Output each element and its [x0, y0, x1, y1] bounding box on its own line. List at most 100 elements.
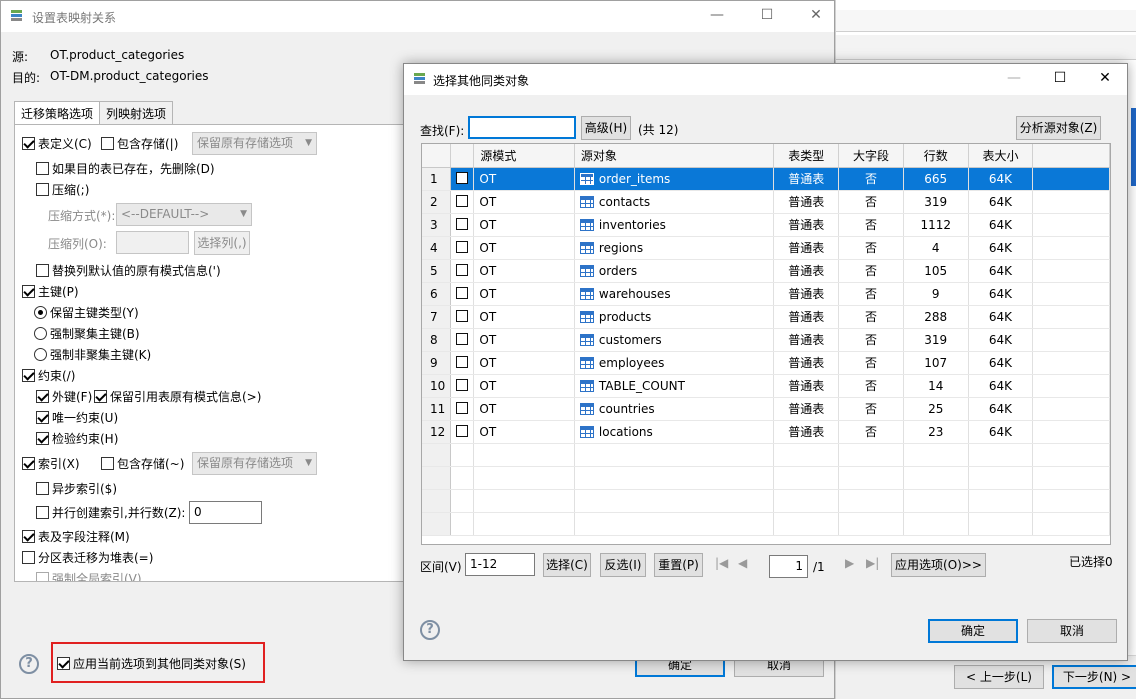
row-checkbox[interactable]	[456, 240, 469, 253]
row-checkbox-cell[interactable]	[450, 282, 475, 306]
force-clustered-radio[interactable]: 强制聚集主键(B)	[34, 327, 140, 342]
minimize-icon[interactable]: —	[707, 5, 727, 25]
unique-checkbox[interactable]: 唯一约束(U)	[36, 411, 118, 426]
row-checkbox[interactable]	[456, 424, 469, 437]
dialog2-ok-button[interactable]: 确定	[928, 619, 1018, 643]
row-checkbox[interactable]	[456, 286, 469, 299]
include-storage2-checkbox[interactable]: 包含存储(~)	[101, 457, 184, 472]
find-input[interactable]	[468, 116, 576, 139]
table-row[interactable]: 7 OT products 普通表 否 288 64K	[422, 305, 1110, 329]
table-row[interactable]: 12 OT locations 普通表 否 23 64K	[422, 420, 1110, 444]
chevron-down-icon: ▼	[240, 209, 247, 219]
close-icon[interactable]: ✕	[806, 5, 826, 25]
row-checkbox-cell[interactable]	[450, 167, 475, 191]
next-step-button[interactable]: 下一步(N) >	[1052, 665, 1136, 689]
header-schema[interactable]: 源模式	[473, 144, 575, 168]
table-row[interactable]: 6 OT warehouses 普通表 否 9 64K	[422, 282, 1110, 306]
force-nonclustered-radio[interactable]: 强制非聚集主键(K)	[34, 348, 151, 363]
row-checkbox-cell[interactable]	[450, 466, 475, 490]
invert-selection-button[interactable]: 反选(I)	[600, 553, 646, 577]
minimize-icon[interactable]: —	[1004, 68, 1024, 88]
table-row[interactable]: 2 OT contacts 普通表 否 319 64K	[422, 190, 1110, 214]
table-row[interactable]: 11 OT countries 普通表 否 25 64K	[422, 397, 1110, 421]
row-checkbox-cell[interactable]	[450, 328, 475, 352]
analyze-source-button[interactable]: 分析源对象(Z)	[1016, 116, 1101, 140]
table-row[interactable]: 3 OT inventories 普通表 否 1112 64K	[422, 213, 1110, 237]
partition-heap-checkbox[interactable]: 分区表迁移为堆表(=)	[22, 551, 153, 566]
constraints-checkbox[interactable]: 约束(/)	[22, 369, 75, 384]
row-checkbox-cell[interactable]	[450, 259, 475, 283]
range-input[interactable]: 1-12	[465, 553, 535, 576]
primary-key-checkbox[interactable]: 主键(P)	[22, 285, 79, 300]
header-object[interactable]: 源对象	[574, 144, 775, 168]
drop-if-exists-checkbox[interactable]: 如果目的表已存在，先删除(D)	[36, 162, 215, 177]
check-constraint-checkbox[interactable]: 检验约束(H)	[36, 432, 118, 447]
first-page-icon[interactable]: |◀	[715, 556, 728, 570]
row-checkbox-cell[interactable]	[450, 512, 475, 536]
index-checkbox[interactable]: 索引(X)	[22, 457, 80, 472]
table-row[interactable]: 9 OT employees 普通表 否 107 64K	[422, 351, 1110, 375]
table-row[interactable]: 10 OT TABLE_COUNT 普通表 否 14 64K	[422, 374, 1110, 398]
tab-migration-strategy[interactable]: 迁移策略选项	[14, 101, 101, 125]
table-row[interactable]	[422, 489, 1110, 513]
tab-column-mapping[interactable]: 列映射选项	[99, 101, 174, 124]
header-type[interactable]: 表类型	[773, 144, 840, 168]
header-rows[interactable]: 行数	[903, 144, 969, 168]
parallel-count-field[interactable]: 0	[189, 501, 262, 524]
table-row[interactable]	[422, 466, 1110, 490]
help-icon[interactable]: ?	[420, 620, 440, 640]
table-row[interactable]: 1 OT order_items 普通表 否 665 64K	[422, 167, 1110, 191]
row-checkbox-cell[interactable]	[450, 397, 475, 421]
row-checkbox[interactable]	[456, 217, 469, 230]
compress-checkbox[interactable]: 压缩(;)	[36, 183, 89, 198]
table-row[interactable]: 5 OT orders 普通表 否 105 64K	[422, 259, 1110, 283]
row-checkbox-cell[interactable]	[450, 305, 475, 329]
comments-checkbox[interactable]: 表及字段注释(M)	[22, 530, 130, 545]
row-checkbox[interactable]	[456, 194, 469, 207]
table-row[interactable]: 4 OT regions 普通表 否 4 64K	[422, 236, 1110, 260]
cell-schema: OT	[473, 420, 575, 444]
header-lob[interactable]: 大字段	[838, 144, 904, 168]
keep-pk-type-radio[interactable]: 保留主键类型(Y)	[34, 306, 139, 321]
select-range-button[interactable]: 选择(C)	[543, 553, 591, 577]
table-def-checkbox[interactable]: 表定义(C)	[22, 137, 92, 152]
row-checkbox-cell[interactable]	[450, 351, 475, 375]
close-icon[interactable]: ✕	[1095, 68, 1115, 88]
prev-page-icon[interactable]: ◀	[738, 556, 747, 570]
row-checkbox[interactable]	[456, 401, 469, 414]
async-index-checkbox[interactable]: 异步索引($)	[36, 482, 117, 497]
row-checkbox[interactable]	[456, 332, 469, 345]
row-checkbox[interactable]	[456, 171, 469, 184]
header-size[interactable]: 表大小	[968, 144, 1034, 168]
reset-button[interactable]: 重置(P)	[654, 553, 703, 577]
row-checkbox-cell[interactable]	[450, 236, 475, 260]
include-storage-checkbox[interactable]: 包含存储(|)	[101, 137, 178, 152]
row-checkbox[interactable]	[456, 263, 469, 276]
row-checkbox-cell[interactable]	[450, 420, 475, 444]
row-checkbox[interactable]	[456, 309, 469, 322]
table-row[interactable]	[422, 512, 1110, 536]
row-checkbox[interactable]	[456, 355, 469, 368]
page-number-input[interactable]: 1	[769, 555, 808, 578]
foreign-key-checkbox[interactable]: 外键(F)	[36, 390, 92, 405]
row-checkbox-cell[interactable]	[450, 443, 475, 467]
row-checkbox-cell[interactable]	[450, 190, 475, 214]
maximize-icon[interactable]: ☐	[757, 5, 777, 25]
table-row[interactable]: 8 OT customers 普通表 否 319 64K	[422, 328, 1110, 352]
advanced-button[interactable]: 高级(H)	[581, 116, 631, 140]
help-icon[interactable]: ?	[19, 654, 39, 674]
dialog2-cancel-button[interactable]: 取消	[1027, 619, 1117, 643]
maximize-icon[interactable]: ☐	[1050, 68, 1070, 88]
replace-default-checkbox[interactable]: 替换列默认值的原有模式信息(')	[36, 264, 221, 279]
next-page-icon[interactable]: ▶	[845, 556, 854, 570]
prev-step-button[interactable]: < 上一步(L)	[954, 665, 1044, 689]
parallel-index-checkbox[interactable]: 并行创建索引,并行数(Z):	[36, 506, 185, 521]
row-checkbox-cell[interactable]	[450, 374, 475, 398]
row-checkbox-cell[interactable]	[450, 489, 475, 513]
row-checkbox-cell[interactable]	[450, 213, 475, 237]
last-page-icon[interactable]: ▶|	[866, 556, 879, 570]
table-row[interactable]	[422, 443, 1110, 467]
keep-ref-schema-checkbox[interactable]: 保留引用表原有模式信息(>)	[94, 390, 261, 405]
row-checkbox[interactable]	[456, 378, 469, 391]
apply-options-button[interactable]: 应用选项(O)>>	[891, 553, 986, 577]
